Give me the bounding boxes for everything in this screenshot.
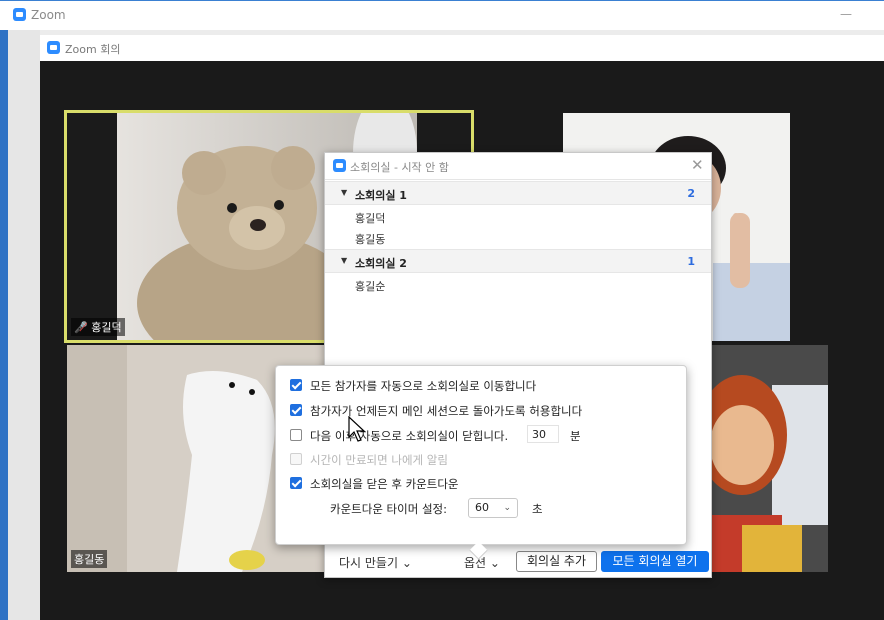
options-popup: 모든 참가자를 자동으로 소회의실로 이동합니다 참가자가 언제든지 메인 세션… (275, 365, 687, 560)
option-label: 모든 참가자를 자동으로 소회의실로 이동합니다 (310, 379, 537, 393)
cartoon-video-image (712, 345, 828, 572)
participant-name-tag: 🎤̸ 홍길덕 (71, 318, 125, 336)
zoom-logo-icon (47, 41, 60, 54)
open-all-rooms-button[interactable]: 모든 회의실 열기 (601, 551, 709, 572)
main-window-titlebar: Zoom — (0, 0, 884, 30)
checkbox-unchecked[interactable] (290, 429, 302, 441)
main-window-title: Zoom (31, 8, 66, 22)
option-label: 다음 이후 자동으로 소회의실이 닫힙니다. (310, 429, 509, 443)
recreate-button[interactable]: 다시 만들기 ⌄ (339, 554, 412, 571)
auto-close-minutes-input[interactable]: 30 (527, 425, 559, 443)
countdown-timer-value: 60 (475, 501, 489, 514)
room-header-2[interactable]: ▼ 소회의실 2 1 (325, 249, 711, 273)
add-room-button[interactable]: 회의실 추가 (516, 551, 597, 572)
collapse-arrow-icon: ▼ (341, 256, 348, 265)
dialog-titlebar: 소회의실 - 시작 안 함 ✕ (325, 153, 711, 180)
checkbox-checked[interactable] (290, 404, 302, 416)
room-member[interactable]: 홍길동 (355, 231, 385, 247)
room-count: 2 (687, 187, 695, 200)
collapse-arrow-icon: ▼ (341, 188, 348, 197)
checkbox-disabled (290, 453, 302, 465)
chevron-down-icon: ⌄ (503, 503, 511, 513)
participant-name: 홍길덕 (91, 321, 122, 334)
checkbox-checked[interactable] (290, 477, 302, 489)
option-label: 시간이 만료되면 나에게 알림 (310, 453, 448, 467)
room-count: 1 (687, 255, 695, 268)
main-window-border (0, 30, 8, 620)
participant-name: 홍길동 (74, 553, 105, 566)
room-member[interactable]: 홍길덕 (355, 210, 385, 226)
room-name: 소회의실 2 (355, 257, 407, 270)
option-label: 소회의실을 닫은 후 카운트다운 (310, 477, 459, 491)
countdown-timer-label: 카운트다운 타이머 설정: (330, 502, 447, 516)
countdown-timer-select[interactable]: 60 ⌄ (468, 498, 518, 518)
participant-name-tag: 홍길동 (71, 550, 108, 568)
zoom-logo-icon (13, 8, 26, 21)
meeting-window-title: Zoom 회의 (65, 43, 121, 56)
muted-mic-icon: 🎤̸ (74, 321, 88, 334)
room-header-1[interactable]: ▼ 소회의실 1 2 (325, 181, 711, 205)
dialog-footer: 다시 만들기 ⌄ 옵션 ⌄ 회의실 추가 모든 회의실 열기 (325, 549, 711, 577)
mouse-cursor-icon (348, 416, 366, 442)
zoom-logo-icon (333, 159, 346, 172)
room-name: 소회의실 1 (355, 189, 407, 202)
checkbox-checked[interactable] (290, 379, 302, 391)
meeting-window-titlebar: Zoom 회의 (40, 35, 884, 61)
room-member[interactable]: 홍길순 (355, 278, 385, 294)
minutes-unit: 분 (570, 429, 581, 443)
options-button[interactable]: 옵션 ⌄ (464, 554, 500, 571)
minimize-button[interactable]: — (840, 7, 852, 21)
main-window-sidebar (8, 30, 40, 620)
seconds-unit: 초 (532, 502, 543, 516)
video-tile-participant-3[interactable] (712, 345, 828, 572)
close-icon[interactable]: ✕ (691, 156, 704, 174)
dialog-title: 소회의실 - 시작 안 함 (350, 161, 449, 174)
